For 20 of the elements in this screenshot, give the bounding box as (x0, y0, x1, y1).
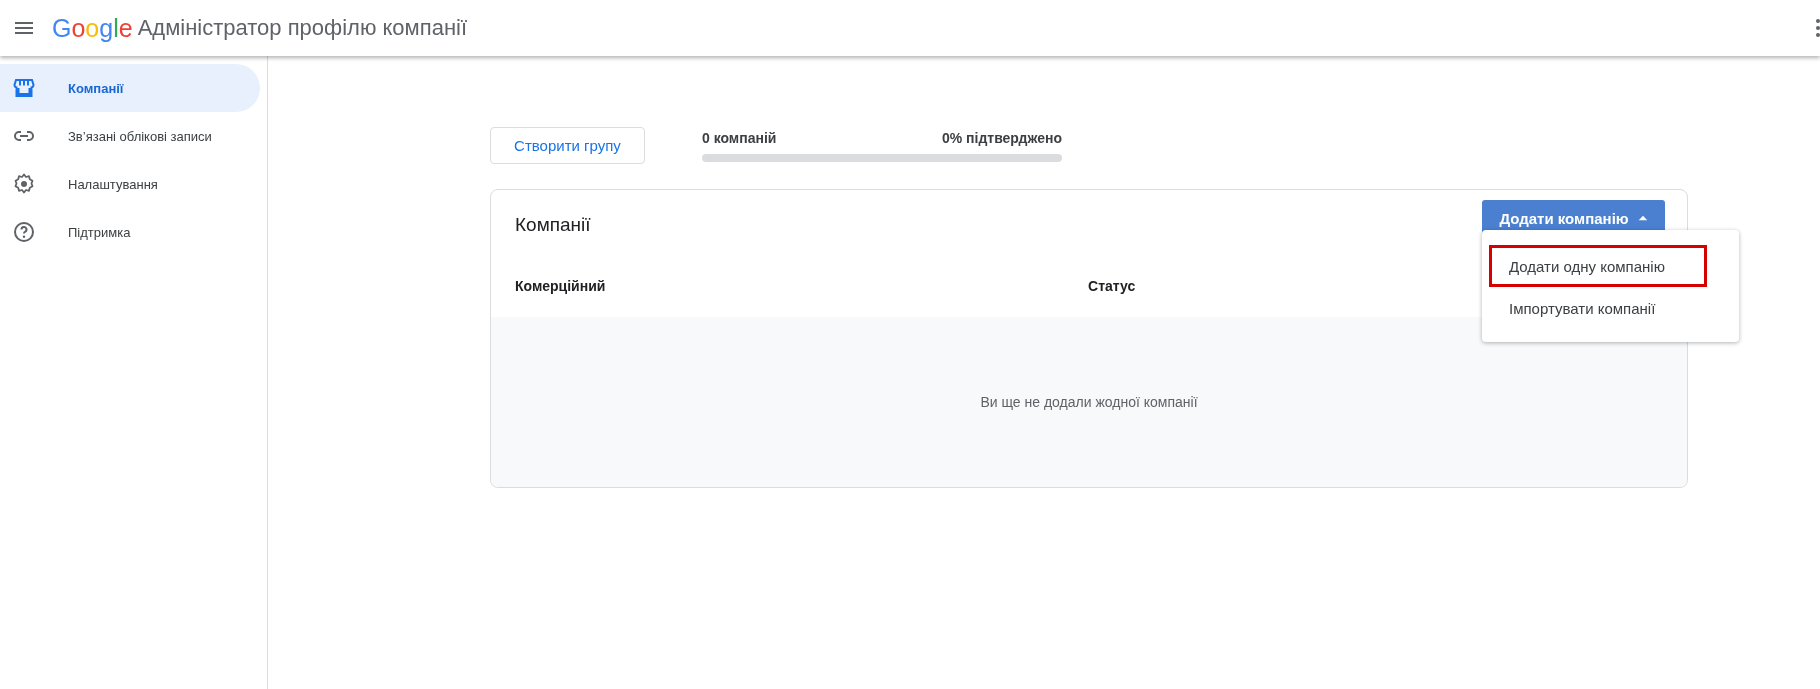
help-icon (12, 220, 36, 244)
caret-icon (1637, 215, 1648, 221)
column-header: Статус (1088, 277, 1137, 294)
verified-percent: 0% підтверджено (941, 129, 1062, 146)
sidebar-item[interactable]: Підтримка (0, 208, 260, 256)
company-count: 0 компаній (702, 129, 777, 146)
app-title: Адміністратор профілю компанії (137, 15, 468, 41)
column-header: Комерційний (515, 277, 607, 294)
store-icon (12, 76, 36, 100)
card-title: Компанії (515, 214, 591, 236)
more-icon (1815, 18, 1820, 38)
sidebar-item[interactable]: Зв’язані облікові записи (0, 112, 260, 160)
create-group-button[interactable]: Створити групу (490, 127, 645, 164)
sidebar-item[interactable]: Компанії (0, 64, 260, 112)
sidebar-item[interactable]: Налаштування (0, 160, 260, 208)
logo: Google (52, 13, 133, 43)
settings-icon (12, 172, 36, 196)
empty-message: Ви ще не додали жодної компанії (980, 394, 1198, 410)
menu-item[interactable]: Імпортувати компанії (1489, 287, 1707, 329)
menu-item[interactable]: Додати одну компанію (1489, 245, 1707, 287)
